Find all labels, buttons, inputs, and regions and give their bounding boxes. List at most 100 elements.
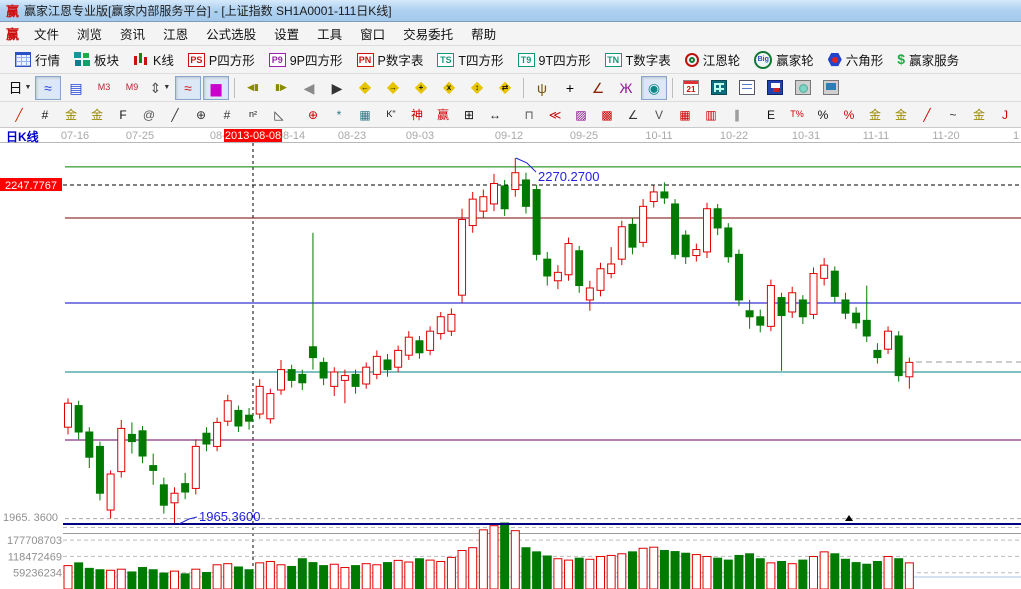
gann-pen-dark[interactable]: ╱	[163, 104, 187, 126]
nav-save-screen[interactable]	[762, 76, 788, 100]
gann-grid-red-2[interactable]: ▥	[699, 104, 723, 126]
menu-item-4[interactable]: 公式选股	[197, 21, 265, 46]
menu-item-7[interactable]: 窗口	[351, 21, 394, 46]
gann-fibo-grid[interactable]: F	[111, 104, 135, 126]
gann-span-arrows[interactable]: ↔	[483, 104, 507, 126]
toolbar-main-winner-service[interactable]: $赢家服务	[890, 48, 966, 71]
menu-item-3[interactable]: 江恩	[154, 21, 197, 46]
gann-e-measure[interactable]: E	[759, 104, 783, 126]
toolbar-main-t-square[interactable]: TST四方形	[430, 48, 510, 71]
menu-item-8[interactable]: 交易委托	[394, 21, 462, 46]
nav-angle-measure-tool[interactable]: ∠	[585, 76, 611, 100]
nav-volume-profile[interactable]: ▆	[203, 76, 229, 100]
nav-hand-tool[interactable]: ψ	[529, 76, 555, 100]
gann-a-wave[interactable]: ~	[941, 104, 965, 126]
toolbar-main-p-square[interactable]: PSP四方形	[181, 48, 262, 71]
nav-calendar-21[interactable]: 21	[678, 76, 704, 100]
gann-pen-seal[interactable]: ╱	[915, 104, 939, 126]
toolbar-main-p9-square[interactable]: P99P四方形	[262, 48, 350, 71]
volume-bar	[575, 558, 583, 589]
chart-area[interactable]: 07-1607-2508-0508-1408-2309-0309-1209-25…	[0, 128, 1021, 589]
gann-diag-lines[interactable]: ∥	[725, 104, 749, 126]
nav-page-prev[interactable]: ◀	[296, 76, 322, 100]
gann-n-square[interactable]: n²	[241, 104, 265, 126]
candle-body	[65, 403, 72, 427]
menu-item-9[interactable]: 帮助	[462, 21, 505, 46]
nav-period-day-dropdown[interactable]: 日▼	[7, 76, 33, 100]
nav-diamond-shrink[interactable]: ◆x	[436, 76, 462, 100]
toolbar-main-winner-wheel[interactable]: Big赢家轮	[747, 48, 821, 71]
nav-last-page[interactable]: ▮▶	[268, 76, 294, 100]
nav-diamond-vertical[interactable]: ◆↕	[464, 76, 490, 100]
gann-box-web[interactable]: ▦	[353, 104, 377, 126]
gann-k-mark[interactable]: K"	[379, 104, 403, 126]
angle-lines-icon: ∠	[628, 109, 639, 121]
gann-angle-ruler[interactable]: ◺	[267, 104, 291, 126]
nav-pattern-tool[interactable]: ◉	[641, 76, 667, 100]
nav-diamond-left[interactable]: ◆←	[352, 76, 378, 100]
nav-notepad[interactable]	[734, 76, 760, 100]
gann-ying-grid[interactable]: 赢	[431, 104, 455, 126]
gann-percent-red[interactable]: %	[837, 104, 861, 126]
toolbar-main-t-number[interactable]: TNT数字表	[598, 48, 678, 71]
nav-diamond-expand[interactable]: ◆+	[408, 76, 434, 100]
nav-candle-style-dropdown[interactable]: ⇕▼	[147, 76, 173, 100]
gann-gold-grid-2[interactable]: 金	[85, 104, 109, 126]
nav-ribbon-tool[interactable]: Ж	[613, 76, 639, 100]
gann-angle-lines[interactable]: ∠	[621, 104, 645, 126]
volume-bar	[778, 561, 786, 589]
gann-pen-red[interactable]: ╱	[7, 104, 31, 126]
nav-info-panel[interactable]: ▤	[63, 76, 89, 100]
nav-calculator[interactable]	[706, 76, 732, 100]
toolbar-main-kline[interactable]: K线	[126, 48, 181, 71]
gann-gold-lines[interactable]: 金	[889, 104, 913, 126]
candle-body	[448, 314, 455, 331]
nav-zigzag-blue-tool[interactable]: ≈	[35, 76, 61, 100]
toolbar-main-quotes[interactable]: 行情	[8, 48, 67, 71]
gann-fan-boxed[interactable]: ▨	[569, 104, 593, 126]
menu-item-2[interactable]: 资讯	[111, 21, 154, 46]
nav-page-next[interactable]: ▶	[324, 76, 350, 100]
gann-fan-red[interactable]: ≪	[543, 104, 567, 126]
menu-item-1[interactable]: 浏览	[68, 21, 111, 46]
last-page-icon: ▮▶	[275, 83, 287, 92]
gann-spiral[interactable]: @	[137, 104, 161, 126]
gann-t-percent[interactable]: T%	[785, 104, 809, 126]
nav-first-page[interactable]: ◀▮	[240, 76, 266, 100]
nav-web-update[interactable]	[790, 76, 816, 100]
nav-diamond-horizontal[interactable]: ◆⇄	[492, 76, 518, 100]
nav-crosshair-tool[interactable]: +	[557, 76, 583, 100]
candle-body	[469, 199, 476, 225]
menu-item-5[interactable]: 设置	[265, 21, 308, 46]
nav-system-tool[interactable]	[818, 76, 844, 100]
gann-gann-lines[interactable]: #	[33, 104, 57, 126]
gann-shen-grid[interactable]: 神	[405, 104, 429, 126]
menu-item-0[interactable]: 文件	[25, 21, 68, 46]
nav-diamond-right[interactable]: ◆→	[380, 76, 406, 100]
gann-gold-circle[interactable]: 金	[863, 104, 887, 126]
gann-gold-angle-1[interactable]: 金	[967, 104, 991, 126]
gann-box-frame[interactable]: ⊓	[517, 104, 541, 126]
gann-fan-grid[interactable]: ▩	[595, 104, 619, 126]
toolbar-main-p-number[interactable]: PNP数字表	[350, 48, 431, 71]
gann-target-cross[interactable]: ⊕	[301, 104, 325, 126]
gann-percent[interactable]: %	[811, 104, 835, 126]
toolbar-main-sectors[interactable]: 板块	[67, 48, 126, 71]
toolbar-main-hexagon[interactable]: 六角形	[821, 48, 891, 71]
axis-date-label: 07-16	[61, 130, 89, 142]
gann-gann-circle[interactable]: ⊕	[189, 104, 213, 126]
gann-j-angle[interactable]: J	[993, 104, 1017, 126]
nav-zigzag-red-tool[interactable]: ≈	[175, 76, 201, 100]
gann-v-wave[interactable]: V	[647, 104, 671, 126]
gann-grid-red-1[interactable]: ▦	[673, 104, 697, 126]
gann-line-grid[interactable]: #	[215, 104, 239, 126]
gann-gold-grid-1[interactable]: 金	[59, 104, 83, 126]
gann-ruler-grid[interactable]: ⊞	[457, 104, 481, 126]
toolbar-main-gann-wheel[interactable]: 江恩轮	[678, 48, 748, 71]
chart-canvas[interactable]: 07-1607-2508-0508-1408-2309-0309-1209-25…	[0, 128, 1021, 589]
gann-star-web[interactable]: *	[327, 104, 351, 126]
nav-bars-9[interactable]: M9	[119, 76, 145, 100]
toolbar-main-t9-square[interactable]: T99T四方形	[511, 48, 598, 71]
nav-bars-3[interactable]: M3	[91, 76, 117, 100]
menu-item-6[interactable]: 工具	[308, 21, 351, 46]
